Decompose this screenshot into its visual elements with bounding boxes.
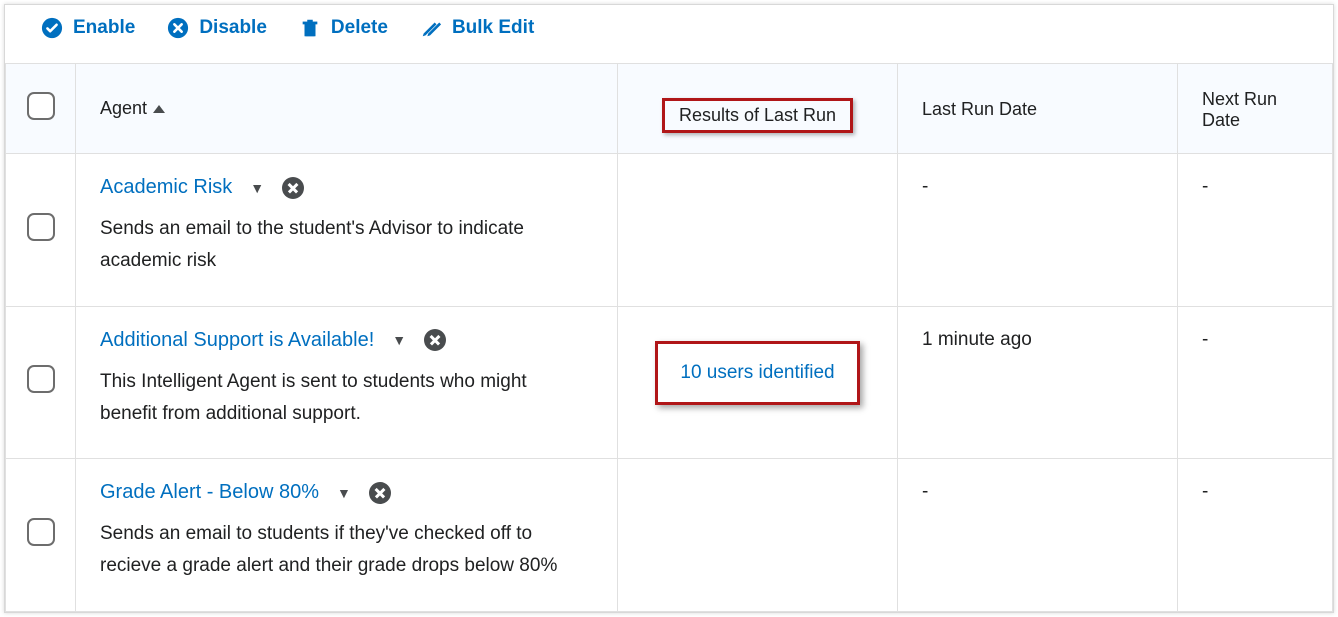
lastrun-value: - xyxy=(922,176,928,197)
chevron-down-icon[interactable]: ▼ xyxy=(250,180,264,196)
disable-button[interactable]: Disable xyxy=(167,17,267,39)
delete-button[interactable]: Delete xyxy=(299,17,388,39)
nextrun-value: - xyxy=(1202,481,1208,502)
agent-column-label: Agent xyxy=(100,98,147,119)
disabled-status-icon xyxy=(424,329,446,351)
enable-label: Enable xyxy=(73,17,135,39)
bulk-edit-label: Bulk Edit xyxy=(452,17,534,39)
results-link[interactable]: 10 users identified xyxy=(680,362,834,383)
enable-button[interactable]: Enable xyxy=(41,17,135,39)
select-all-checkbox[interactable] xyxy=(27,92,55,120)
sort-ascending-icon xyxy=(153,105,165,113)
bulk-edit-button[interactable]: Bulk Edit xyxy=(420,17,534,39)
agent-description: This Intelligent Agent is sent to studen… xyxy=(100,366,580,431)
table-row: Academic Risk ▼ Sends an email to the st… xyxy=(6,154,1333,307)
bulk-edit-icon xyxy=(420,17,442,39)
nextrun-value: - xyxy=(1202,329,1208,350)
chevron-down-icon[interactable]: ▼ xyxy=(337,485,351,501)
table-row: Additional Support is Available! ▼ This … xyxy=(6,306,1333,459)
action-toolbar: Enable Disable Delete Bulk Edit xyxy=(5,5,1333,63)
agent-name-link[interactable]: Additional Support is Available! xyxy=(100,329,374,352)
row-checkbox[interactable] xyxy=(27,213,55,241)
lastrun-value: 1 minute ago xyxy=(922,329,1032,350)
trash-icon xyxy=(299,17,321,39)
nextrun-column-label: Next Run Date xyxy=(1202,89,1277,130)
disabled-status-icon xyxy=(282,177,304,199)
nextrun-value: - xyxy=(1202,176,1208,197)
lastrun-column-label: Last Run Date xyxy=(922,99,1037,119)
chevron-down-icon[interactable]: ▼ xyxy=(392,332,406,348)
check-circle-icon xyxy=(41,17,63,39)
row-checkbox[interactable] xyxy=(27,518,55,546)
agents-table: Agent Results of Last Run Last Run Date … xyxy=(5,63,1333,612)
row-checkbox[interactable] xyxy=(27,365,55,393)
agent-description: Sends an email to students if they've ch… xyxy=(100,518,580,583)
agent-description: Sends an email to the student's Advisor … xyxy=(100,213,580,278)
results-highlight: 10 users identified xyxy=(655,341,859,405)
lastrun-value: - xyxy=(922,481,928,502)
delete-label: Delete xyxy=(331,17,388,39)
agent-name-link[interactable]: Grade Alert - Below 80% xyxy=(100,481,319,504)
results-column-highlight: Results of Last Run xyxy=(662,98,853,133)
table-row: Grade Alert - Below 80% ▼ Sends an email… xyxy=(6,459,1333,612)
x-circle-icon xyxy=(167,17,189,39)
agent-name-link[interactable]: Academic Risk xyxy=(100,176,232,199)
agent-column-sort[interactable]: Agent xyxy=(100,98,165,119)
results-column-label: Results of Last Run xyxy=(679,105,836,125)
disabled-status-icon xyxy=(369,482,391,504)
disable-label: Disable xyxy=(199,17,267,39)
